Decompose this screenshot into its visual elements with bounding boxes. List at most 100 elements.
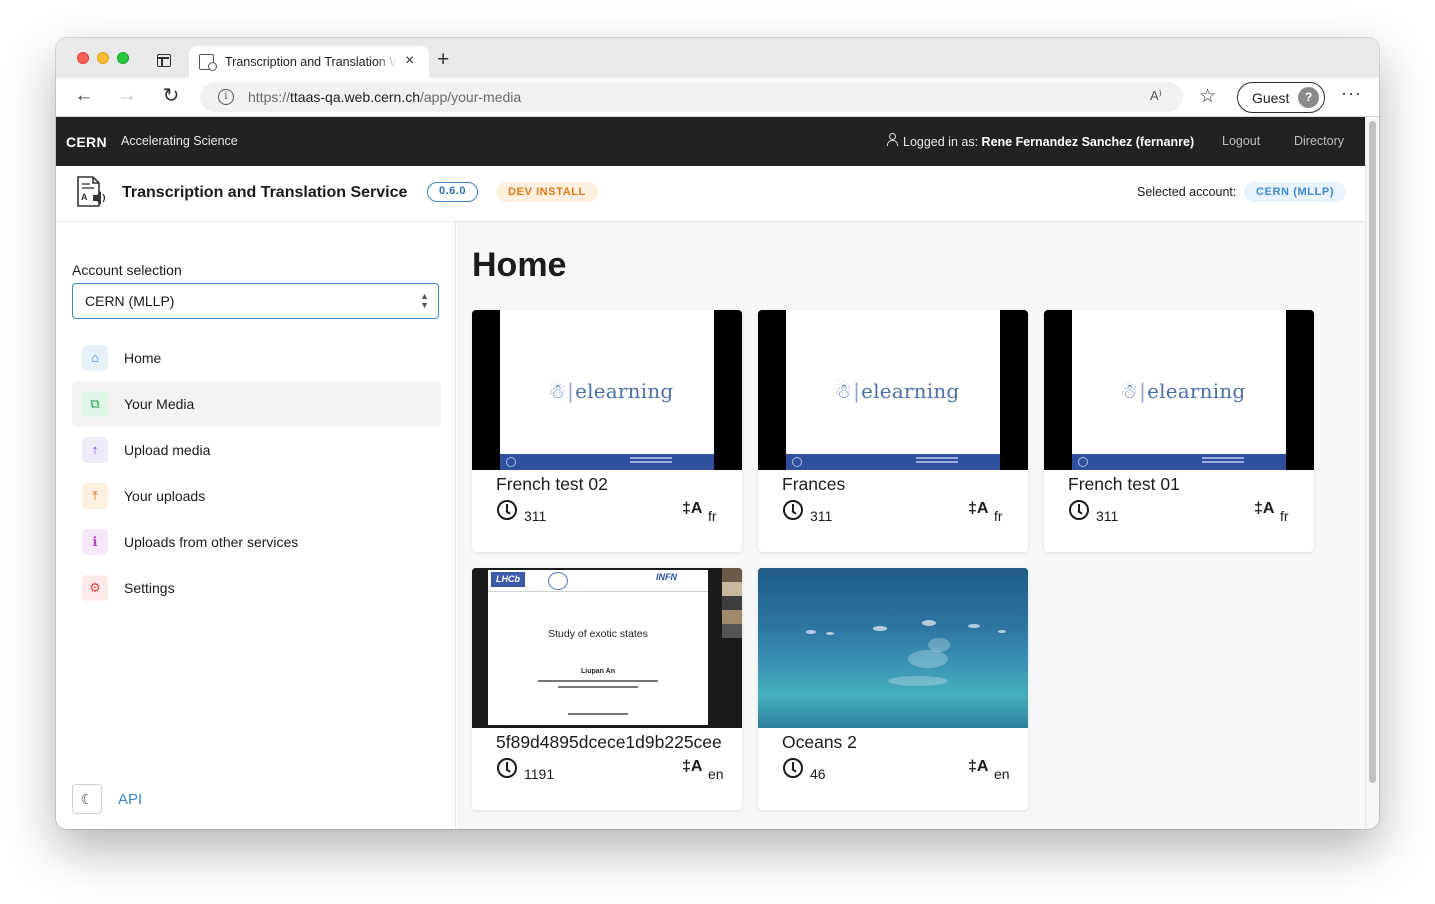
- translate-icon: ‡A: [682, 500, 703, 517]
- directory-link[interactable]: Directory: [1294, 134, 1344, 148]
- minimize-window-button[interactable]: [97, 52, 109, 64]
- elearning-logo-text: elearning: [575, 379, 674, 403]
- media-card[interactable]: LHCb INFN Study of exotic states Liupan An 5…: [472, 568, 742, 810]
- media-thumbnail[interactable]: ☃|elearning: [1044, 310, 1314, 470]
- home-icon: ⌂: [82, 345, 108, 371]
- media-card[interactable]: ☃|elearning French test 02 311 ‡A fr: [472, 310, 742, 552]
- logged-in-user: Rene Fernandez Sanchez (fernanre): [981, 135, 1195, 149]
- clock-icon: [783, 758, 803, 778]
- sidebar-nav: ⌂ Home ⧉ Your Media ↑ Upload media ⤒ Your uploa…: [72, 335, 441, 611]
- profile-button[interactable]: Guest ?: [1237, 82, 1325, 113]
- media-title[interactable]: Frances: [782, 474, 1028, 495]
- sidebar-item-home[interactable]: ⌂ Home: [72, 335, 441, 381]
- sidebar-item-label: Your Media: [124, 396, 195, 412]
- sidebar-item-label: Uploads from other services: [124, 534, 299, 550]
- exotic-states-slide: LHCb INFN Study of exotic states Liupan An: [488, 570, 708, 725]
- infn-logo: INFN: [656, 572, 677, 582]
- site-info-icon[interactable]: i: [218, 89, 234, 105]
- read-aloud-icon[interactable]: A⁾: [1150, 88, 1162, 104]
- sidebar-item-label: Upload media: [124, 442, 211, 458]
- user-icon: [886, 133, 898, 147]
- theme-toggle-button[interactable]: ☾: [72, 784, 102, 814]
- elearning-mark-icon: ☃: [834, 379, 853, 403]
- tab-strip: Transcription and Translation Web × +: [56, 38, 1379, 78]
- sidebar-item-upload-media[interactable]: ↑ Upload media: [72, 427, 441, 473]
- api-link[interactable]: API: [118, 791, 142, 808]
- page-viewport: CERN Accelerating Science Logged in as: …: [56, 117, 1365, 829]
- url-path: /app/your-media: [420, 89, 522, 105]
- svg-text:A: A: [81, 192, 88, 202]
- tab-actions-icon[interactable]: [157, 54, 171, 67]
- browser-tab-active[interactable]: Transcription and Translation Web ×: [189, 46, 429, 78]
- media-title[interactable]: French test 01: [1068, 474, 1314, 495]
- media-title[interactable]: French test 02: [496, 474, 742, 495]
- translate-icon: ‡A: [968, 758, 989, 775]
- browser-window: Transcription and Translation Web × + ← …: [56, 38, 1379, 829]
- elearning-logo-text: elearning: [1147, 379, 1246, 403]
- elearning-slide: ☃|elearning: [1072, 310, 1286, 470]
- cern-tagline-link[interactable]: Accelerating Science: [121, 134, 238, 148]
- app-logo-icon[interactable]: A: [75, 175, 107, 209]
- select-chevron-icon: ▲ ▼: [420, 291, 429, 310]
- elearning-slide: ☃|elearning: [500, 310, 714, 470]
- sidebar-item-uploads-from-other-services[interactable]: ℹ Uploads from other services: [72, 519, 441, 565]
- clock-icon: [497, 758, 517, 778]
- elearning-slide: ☃|elearning: [786, 310, 1000, 470]
- url-scheme: https://: [248, 89, 291, 105]
- version-badge: 0.6.0: [427, 182, 478, 202]
- url-text[interactable]: https://ttaas-qa.web.cern.ch/app/your-me…: [248, 89, 521, 105]
- media-title[interactable]: 5f89d4895dcece1d9b225cee: [496, 732, 742, 753]
- translate-icon: ‡A: [968, 500, 989, 517]
- media-duration: 311: [524, 508, 547, 524]
- media-thumbnail[interactable]: [758, 568, 1028, 728]
- logout-link[interactable]: Logout: [1222, 134, 1260, 148]
- address-bar[interactable]: i https://ttaas-qa.web.cern.ch/app/your-…: [200, 82, 1183, 112]
- sidebar: Account selection CERN (MLLP) ▲ ▼ ⌂ Home ⧉ Y…: [56, 222, 456, 829]
- clock-icon: [1069, 500, 1089, 520]
- scrollbar-thumb[interactable]: [1369, 121, 1376, 783]
- media-language: en: [994, 766, 1010, 782]
- favorites-icon[interactable]: ☆: [1199, 85, 1216, 108]
- main-content: Home ☃|elearning French test 02 311 ‡A fr ☃|e…: [457, 222, 1365, 829]
- elearning-mark-icon: ☃: [1120, 379, 1139, 403]
- selected-account-badge: CERN (MLLP): [1244, 182, 1347, 202]
- sidebar-item-your-media[interactable]: ⧉ Your Media: [72, 381, 441, 427]
- media-thumbnail[interactable]: ☃|elearning: [758, 310, 1028, 470]
- elearning-logo: ☃|elearning: [548, 379, 674, 403]
- tab-close-icon[interactable]: ×: [405, 52, 414, 70]
- other-services-icon: ℹ: [82, 529, 108, 555]
- logged-in-prefix: Logged in as:: [903, 135, 979, 149]
- media-card[interactable]: ☃|elearning French test 01 311 ‡A fr: [1044, 310, 1314, 552]
- media-thumbnail[interactable]: ☃|elearning: [472, 310, 742, 470]
- elearning-logo: ☃|elearning: [834, 379, 960, 403]
- media-title[interactable]: Oceans 2: [782, 732, 1028, 753]
- new-tab-button[interactable]: +: [437, 48, 449, 72]
- slide-footer: [500, 454, 714, 470]
- reload-button[interactable]: ↻: [159, 84, 183, 108]
- media-card[interactable]: Oceans 2 46 ‡A en: [758, 568, 1028, 810]
- selected-account-label: Selected account:: [1137, 185, 1237, 199]
- back-button[interactable]: ←: [72, 84, 96, 108]
- media-card[interactable]: ☃|elearning Frances 311 ‡A fr: [758, 310, 1028, 552]
- forward-button[interactable]: →: [115, 84, 139, 108]
- settings-icon: ⚙: [82, 575, 108, 601]
- tab-favicon-icon: [199, 54, 217, 71]
- app-title[interactable]: Transcription and Translation Service: [122, 184, 407, 202]
- profile-label: Guest: [1252, 90, 1290, 106]
- media-thumbnail[interactable]: LHCb INFN Study of exotic states Liupan An: [472, 568, 742, 728]
- close-window-button[interactable]: [77, 52, 89, 64]
- ocean-image: [758, 568, 1028, 728]
- clock-icon: [783, 500, 803, 520]
- translate-icon: ‡A: [682, 758, 703, 775]
- cern-logo-link[interactable]: CERN: [66, 134, 107, 150]
- media-duration: 1191: [524, 766, 555, 782]
- zoom-window-button[interactable]: [117, 52, 129, 64]
- more-menu-icon[interactable]: ···: [1341, 83, 1362, 104]
- translate-icon: ‡A: [1254, 500, 1275, 517]
- sidebar-item-your-uploads[interactable]: ⤒ Your uploads: [72, 473, 441, 519]
- sidebar-item-settings[interactable]: ⚙ Settings: [72, 565, 441, 611]
- page-scrollbar[interactable]: [1365, 117, 1379, 829]
- account-select[interactable]: CERN (MLLP) ▲ ▼: [72, 283, 439, 319]
- guest-avatar-icon: ?: [1298, 87, 1319, 108]
- sidebar-item-label: Home: [124, 350, 162, 366]
